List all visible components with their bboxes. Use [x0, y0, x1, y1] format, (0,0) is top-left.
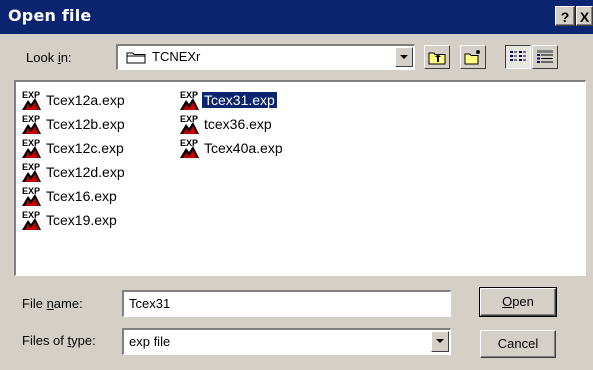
exp-file-icon: EXP: [20, 161, 42, 183]
svg-text:EXP: EXP: [22, 138, 40, 148]
file-item[interactable]: EXP Tcex16.exp: [20, 185, 119, 207]
chevron-down-icon[interactable]: [431, 331, 449, 352]
list-view-icon: [510, 51, 526, 61]
file-list[interactable]: EXP Tcex12a.exp EXP Tcex12b.exp EXP Tcex…: [14, 80, 586, 276]
cancel-button[interactable]: Cancel: [480, 330, 556, 358]
up-one-level-icon: [428, 52, 446, 65]
file-name: Tcex12d.exp: [46, 164, 125, 180]
create-new-folder-button[interactable]: [460, 45, 486, 69]
open-button[interactable]: Open: [479, 287, 557, 317]
exp-file-icon: EXP: [20, 137, 42, 159]
create-new-folder-icon: [464, 50, 480, 65]
files-of-type-value: exp file: [129, 334, 171, 349]
details-view-icon: [537, 50, 553, 63]
file-item-selected[interactable]: EXP Tcex31.exp: [178, 89, 277, 111]
list-view-button[interactable]: [505, 45, 531, 69]
exp-file-icon: EXP: [178, 113, 200, 135]
exp-file-icon: EXP: [20, 113, 42, 135]
exp-file-icon: EXP: [20, 209, 42, 231]
file-item[interactable]: EXP tcex36.exp: [178, 113, 274, 135]
title-bar: Open file ? X: [0, 0, 593, 34]
file-item[interactable]: EXP Tcex12a.exp: [20, 89, 127, 111]
details-view-button[interactable]: [532, 45, 558, 69]
file-item[interactable]: EXP Tcex12b.exp: [20, 113, 127, 135]
svg-text:EXP: EXP: [22, 162, 40, 172]
exp-file-icon: EXP: [20, 89, 42, 111]
svg-text:EXP: EXP: [22, 114, 40, 124]
exp-file-icon: EXP: [178, 137, 200, 159]
exp-file-icon: EXP: [20, 185, 42, 207]
look-in-value: TCNEXr: [152, 49, 201, 64]
exp-file-icon: EXP: [178, 89, 200, 111]
close-button[interactable]: X: [576, 6, 593, 26]
file-name-input[interactable]: Tcex31: [122, 290, 451, 317]
files-of-type-dropdown[interactable]: exp file: [122, 328, 451, 355]
window-title: Open file: [8, 6, 92, 25]
svg-text:EXP: EXP: [180, 90, 198, 100]
file-name-label: File name:: [22, 296, 83, 311]
file-name: Tcex12c.exp: [46, 140, 124, 156]
folder-icon: [126, 52, 146, 64]
svg-text:EXP: EXP: [22, 210, 40, 220]
file-name: Tcex16.exp: [46, 188, 117, 204]
file-name: Tcex19.exp: [46, 212, 117, 228]
chevron-down-icon[interactable]: [395, 47, 413, 67]
file-name: Tcex12a.exp: [46, 92, 125, 108]
svg-text:EXP: EXP: [22, 186, 40, 196]
svg-text:EXP: EXP: [180, 114, 198, 124]
file-item[interactable]: EXP Tcex12c.exp: [20, 137, 126, 159]
file-name: Tcex40a.exp: [204, 140, 283, 156]
file-name: Tcex12b.exp: [46, 116, 125, 132]
files-of-type-label: Files of type:: [22, 333, 96, 348]
up-one-level-button[interactable]: [424, 45, 450, 69]
file-item[interactable]: EXP Tcex12d.exp: [20, 161, 127, 183]
look-in-label: Look in:: [26, 50, 72, 65]
file-name: tcex36.exp: [204, 116, 272, 132]
look-in-dropdown[interactable]: TCNEXr: [116, 44, 415, 70]
file-item[interactable]: EXP Tcex19.exp: [20, 209, 119, 231]
svg-text:EXP: EXP: [180, 138, 198, 148]
file-name: Tcex31.exp: [202, 92, 277, 108]
file-item[interactable]: EXP Tcex40a.exp: [178, 137, 285, 159]
help-button[interactable]: ?: [555, 6, 575, 26]
svg-text:EXP: EXP: [22, 90, 40, 100]
